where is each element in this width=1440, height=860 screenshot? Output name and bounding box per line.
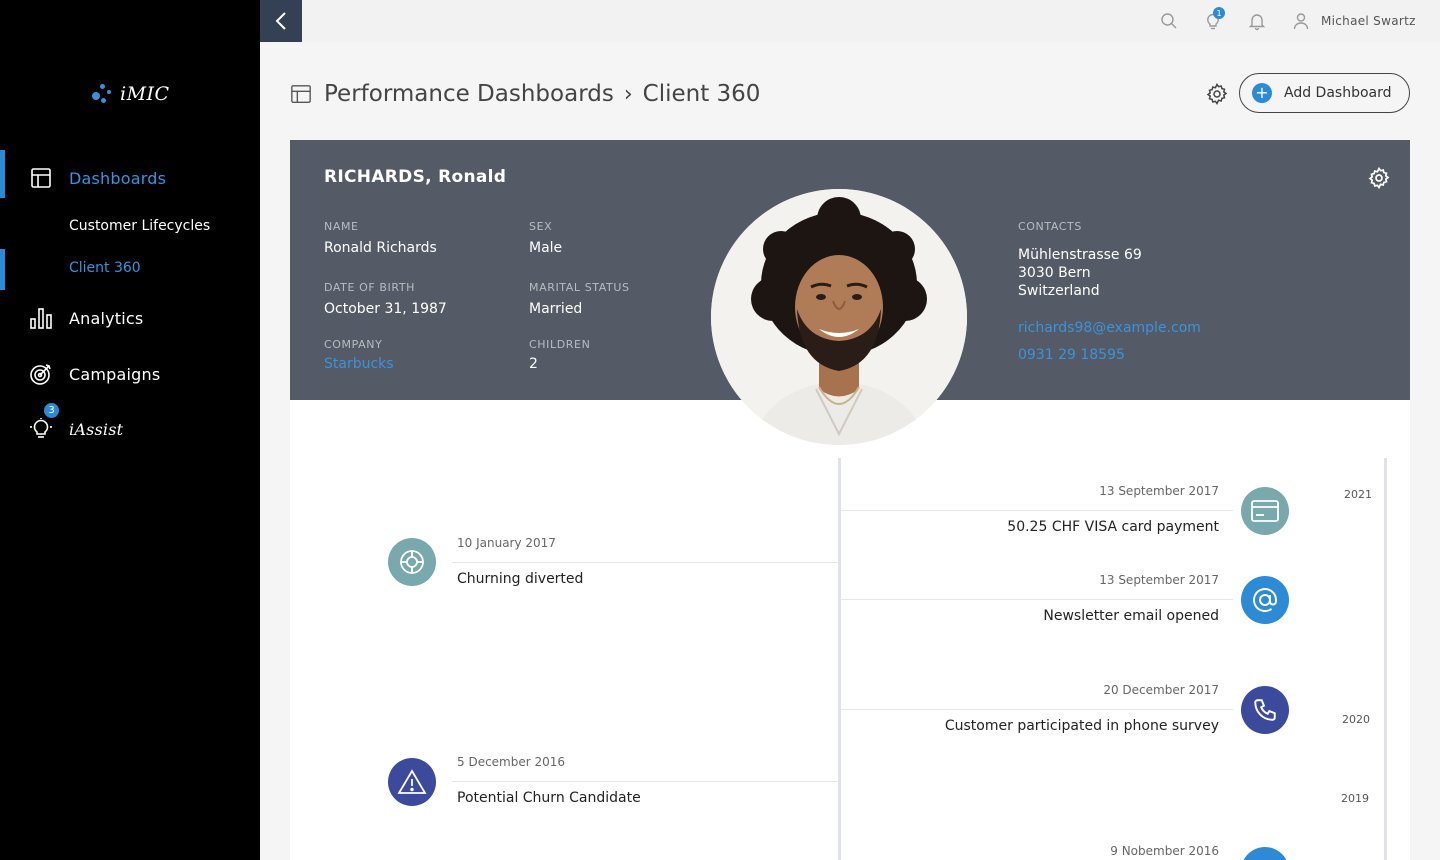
search-icon[interactable] xyxy=(1159,11,1179,31)
event-divider xyxy=(841,709,1233,710)
contact-address: Mühlenstrasse 69 3030 Bern Switzerland xyxy=(1018,246,1142,300)
breadcrumb-root[interactable]: Performance Dashboards xyxy=(324,81,614,107)
marital-value: Married xyxy=(529,301,583,317)
phone-link[interactable]: 0931 29 18595 xyxy=(1018,347,1125,363)
event-title: Customer participated in phone survey xyxy=(944,718,1219,734)
tips-badge: 1 xyxy=(1213,7,1225,19)
lightbulb-icon xyxy=(30,418,52,438)
timeline-event-icon xyxy=(388,538,436,586)
timeline-year: 2020 xyxy=(1342,713,1370,726)
sidebar-subitem-customer-lifecycles[interactable]: Customer Lifecycles xyxy=(0,208,260,246)
dob-value: October 31, 1987 xyxy=(324,301,447,317)
gear-icon[interactable] xyxy=(1205,82,1229,106)
client-card: RICHARDS, Ronald NAME Ronald Richards SE… xyxy=(290,140,1410,860)
address-line: Switzerland xyxy=(1018,283,1100,299)
breadcrumb-separator: › xyxy=(623,81,633,107)
sex-value: Male xyxy=(529,240,563,256)
active-indicator xyxy=(0,150,5,198)
sidebar-subitem-label: Client 360 xyxy=(69,260,141,276)
sidebar-subitem-client-360[interactable]: Client 360 xyxy=(0,249,260,290)
children-label: CHILDREN xyxy=(529,338,591,351)
event-divider xyxy=(452,562,838,563)
active-indicator xyxy=(0,249,5,290)
lifebuoy-icon xyxy=(400,550,424,574)
event-title: 50.25 CHF VISA card payment xyxy=(1007,519,1219,535)
chevron-left-icon xyxy=(275,12,286,30)
timeline-event-icon xyxy=(1241,686,1289,734)
company-link[interactable]: Starbucks xyxy=(324,356,394,372)
timeline-event-icon xyxy=(1241,487,1289,535)
logo-text: iMIC xyxy=(120,83,170,105)
event-divider xyxy=(452,781,838,782)
tips-button[interactable]: 1 xyxy=(1203,7,1225,31)
marital-label: MARITAL STATUS xyxy=(529,281,630,294)
iassist-badge: 3 xyxy=(44,403,59,418)
breadcrumb: Performance Dashboards › Client 360 xyxy=(290,76,760,112)
name-label: NAME xyxy=(324,220,359,233)
name-value: Ronald Richards xyxy=(324,240,437,256)
event-date: 13 September 2017 xyxy=(1099,573,1219,587)
sidebar-item-label: iAssist xyxy=(69,419,124,439)
timeline-year: 2021 xyxy=(1344,488,1372,501)
sidebar-item-dashboards[interactable]: Dashboards xyxy=(0,150,260,198)
children-value: 2 xyxy=(529,356,538,372)
event-date: 9 Nobember 2016 xyxy=(1110,844,1219,858)
collapse-sidebar-button[interactable] xyxy=(260,0,302,42)
event-divider xyxy=(841,599,1233,600)
dashboard-icon xyxy=(31,168,51,188)
timeline-event-icon xyxy=(1241,576,1289,624)
email-link[interactable]: richards98@example.com xyxy=(1018,320,1201,336)
company-label: COMPANY xyxy=(324,338,383,351)
gear-icon[interactable] xyxy=(1367,166,1391,190)
user-icon[interactable] xyxy=(1291,11,1311,31)
user-name[interactable]: Michael Swartz xyxy=(1321,14,1416,28)
add-dashboard-label: Add Dashboard xyxy=(1284,85,1392,101)
sidebar-item-label: Campaigns xyxy=(69,364,161,384)
event-title: Newsletter email opened xyxy=(1043,608,1219,624)
client-photo xyxy=(711,189,967,445)
dob-label: DATE OF BIRTH xyxy=(324,281,416,294)
app-logo[interactable]: iMIC xyxy=(92,82,170,106)
page-title: Client 360 xyxy=(642,81,761,107)
target-icon xyxy=(30,364,51,385)
sidebar-item-analytics[interactable]: Analytics xyxy=(0,298,260,338)
address-line: 3030 Bern xyxy=(1018,265,1091,281)
sidebar: iMIC Dashboards Customer Lifecycles Clie… xyxy=(0,0,260,860)
timeline-axis xyxy=(838,458,841,860)
sidebar-item-iassist[interactable]: 3 iAssist xyxy=(0,403,260,449)
credit-card-icon xyxy=(1251,500,1279,522)
event-title: Potential Churn Candidate xyxy=(457,790,641,806)
avatar xyxy=(711,189,967,445)
top-bar: 1 Michael Swartz xyxy=(260,0,1440,42)
phone-icon xyxy=(1254,699,1276,721)
at-sign-icon xyxy=(1253,588,1277,612)
contacts-label: CONTACTS xyxy=(1018,220,1082,233)
add-dashboard-button[interactable]: + Add Dashboard xyxy=(1239,73,1410,113)
event-title: Churning diverted xyxy=(457,571,584,587)
sidebar-item-campaigns[interactable]: Campaigns xyxy=(0,354,260,394)
address-line: Mühlenstrasse 69 xyxy=(1018,247,1142,263)
bar-chart-icon xyxy=(30,308,52,329)
sidebar-subitem-label: Customer Lifecycles xyxy=(69,218,211,234)
event-date: 20 December 2017 xyxy=(1103,683,1219,697)
sex-label: SEX xyxy=(529,220,553,233)
timeline-scrollbar[interactable] xyxy=(1384,458,1387,860)
logo-icon xyxy=(92,82,116,106)
warning-icon xyxy=(397,769,427,794)
timeline-year: 2019 xyxy=(1341,792,1369,805)
bell-icon[interactable] xyxy=(1247,11,1267,31)
event-divider xyxy=(841,510,1233,511)
sidebar-item-label: Dashboards xyxy=(69,168,167,188)
event-date: 5 December 2016 xyxy=(457,755,566,769)
client-title: RICHARDS, Ronald xyxy=(324,167,507,187)
event-date: 10 January 2017 xyxy=(457,536,556,550)
timeline-event-icon xyxy=(1241,847,1289,860)
timeline-event-icon xyxy=(388,758,436,806)
event-date: 13 September 2017 xyxy=(1099,484,1219,498)
dashboard-icon xyxy=(291,85,311,103)
sidebar-item-label: Analytics xyxy=(69,308,144,328)
plus-icon: + xyxy=(1252,83,1272,103)
